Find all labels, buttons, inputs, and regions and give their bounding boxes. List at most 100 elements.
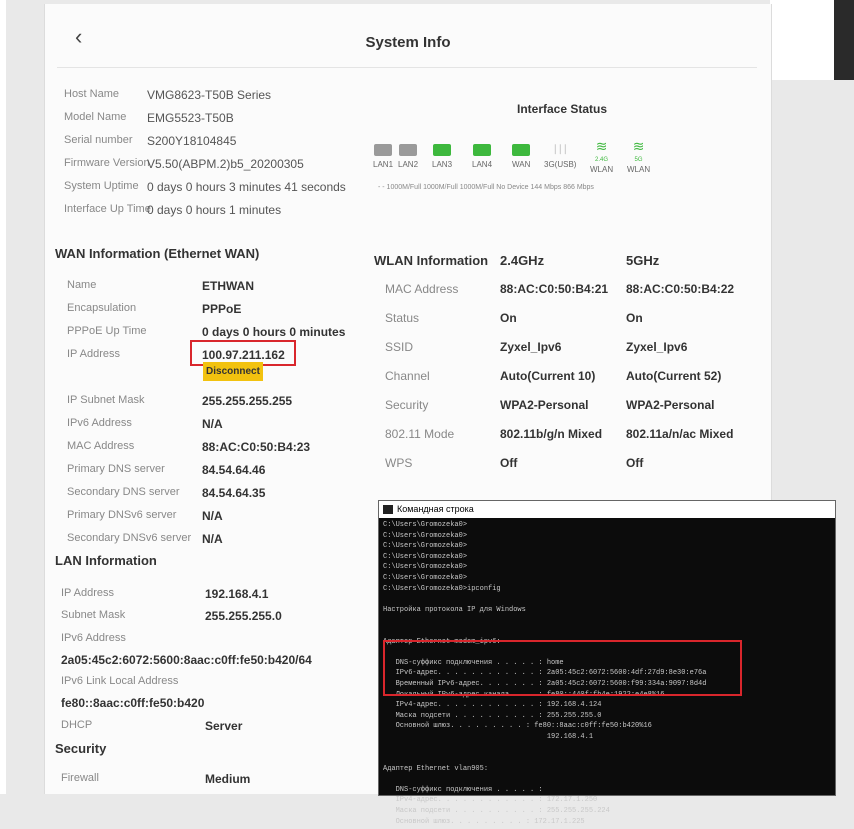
- ethernet-port-icon: [399, 144, 417, 156]
- security-section-title: Security: [55, 741, 107, 756]
- wlan-channel-24: Auto(Current 10): [500, 369, 596, 383]
- port-label: 3G(USB): [544, 160, 577, 169]
- divider: [57, 67, 757, 68]
- cmd-line: IPv4-адрес. . . . . . . . . . . . : 172.…: [383, 796, 598, 805]
- port-speeds: - - 1000M/Full 1000M/Full 1000M/Full No …: [378, 184, 594, 191]
- wifi-icon: ≋: [632, 138, 645, 154]
- cmd-line: [383, 774, 831, 785]
- wan-dns1-value: 84.54.64.46: [202, 463, 266, 477]
- interface-uptime-value: 0 days 0 hours 1 minutes: [147, 203, 282, 217]
- system-uptime-label: System Uptime: [64, 180, 139, 192]
- cmd-line: 192.168.4.1: [383, 732, 594, 741]
- wlan-ssid-5: Zyxel_Ipv6: [626, 340, 688, 354]
- wlan-channel-5: Auto(Current 52): [626, 369, 722, 383]
- wan-dns2-value: 84.54.64.35: [202, 486, 266, 500]
- wan-uptime-label: PPPoE Up Time: [67, 325, 147, 337]
- lan-mask-label: Subnet Mask: [61, 609, 126, 621]
- cmd-line: Адаптер Ethernet vlan905:: [383, 764, 489, 773]
- wan-encap-label: Encapsulation: [67, 302, 137, 314]
- wan-dnsv6-2-label: Secondary DNSv6 server: [67, 532, 192, 544]
- wan-dnsv6-2-value: N/A: [202, 532, 223, 546]
- disconnect-button[interactable]: Disconnect: [203, 362, 263, 381]
- cmd-line: C:\Users\Gromozeka0>: [383, 521, 468, 529]
- wlan-ssid-24: Zyxel_Ipv6: [500, 340, 562, 354]
- wlan-security-label: Security: [385, 398, 429, 412]
- wlan-wps-5: Off: [626, 456, 644, 470]
- wlan-ssid-label: SSID: [385, 340, 414, 354]
- signal-bars-icon: ∣∣∣: [552, 144, 568, 155]
- cmd-line: C:\Users\Gromozeka0>: [383, 563, 468, 572]
- firmware-label: Firmware Version: [64, 157, 150, 169]
- port-wlan-5: ≋ 5G WLAN: [627, 139, 650, 174]
- serial-value: S200Y18104845: [147, 134, 237, 148]
- port-label: WLAN: [590, 165, 614, 174]
- lan-ipv6-value: 2a05:45c2:6072:5600:8aac:c0ff:fe50:b420/…: [61, 653, 312, 667]
- highlight-box: [383, 640, 742, 696]
- host-name-value: VMG8623-T50B Series: [147, 88, 272, 102]
- cmd-title-text: Командная строка: [397, 504, 474, 514]
- cmd-line: [383, 615, 831, 626]
- wlan-mode-label: 802.11 Mode: [385, 427, 455, 441]
- command-prompt-window[interactable]: Командная строка C:\Users\Gromozeka0> C:\…: [378, 500, 836, 826]
- wan-dns2-label: Secondary DNS server: [67, 486, 180, 498]
- wan-ip-label: IP Address: [67, 348, 120, 360]
- wifi-icon: ≋: [595, 138, 608, 154]
- port-label: LAN1: [373, 160, 394, 169]
- host-name-label: Host Name: [64, 88, 120, 100]
- wlan-mac-5: 88:AC:C0:50:B4:22: [626, 282, 735, 296]
- port-lan1: LAN1: [373, 144, 393, 169]
- cmd-titlebar[interactable]: Командная строка: [379, 501, 835, 518]
- firmware-value: V5.50(ABPM.2)b5_20200305: [147, 157, 304, 171]
- system-uptime-value: 0 days 0 hours 3 minutes 41 seconds: [147, 180, 346, 194]
- port-label: LAN4: [472, 160, 493, 169]
- cmd-line: C:\Users\Gromozeka0>ipconfig: [383, 584, 501, 593]
- wlan-status-5: On: [626, 311, 643, 325]
- lan-ip-value: 192.168.4.1: [205, 587, 269, 601]
- cmd-line: C:\Users\Gromozeka0>: [383, 573, 468, 582]
- wan-name-value: ETHWAN: [202, 279, 254, 293]
- ethernet-port-icon: [512, 144, 531, 156]
- wlan-security-24: WPA2-Personal: [500, 398, 589, 412]
- wan-dnsv6-1-label: Primary DNSv6 server: [67, 509, 177, 521]
- lan-mask-value: 255.255.255.0: [205, 609, 282, 623]
- band-label: 5G: [634, 157, 643, 163]
- model-name-value: EMG5523-T50B: [147, 111, 234, 125]
- terminal-icon: [383, 505, 393, 514]
- background-edge: [770, 0, 834, 80]
- wlan-wps-label: WPS: [385, 456, 413, 470]
- cmd-line: Настройка протокола IP для Windows: [383, 605, 526, 614]
- lan-ll-label: IPv6 Link Local Address: [61, 675, 179, 687]
- wlan-5-header: 5GHz: [626, 253, 660, 268]
- firewall-value: Medium: [205, 772, 251, 786]
- lan-ipv6-label: IPv6 Address: [61, 632, 126, 644]
- wlan-24-header: 2.4GHz: [500, 253, 545, 268]
- cmd-line: C:\Users\Gromozeka0>: [383, 552, 468, 561]
- wlan-mac-label: MAC Address: [385, 282, 459, 296]
- wlan-wps-24: Off: [500, 456, 518, 470]
- wlan-mac-24: 88:AC:C0:50:B4:21: [500, 282, 609, 296]
- cmd-line: [383, 594, 831, 605]
- wlan-channel-label: Channel: [385, 369, 430, 383]
- model-name-label: Model Name: [64, 111, 127, 123]
- port-wan: WAN: [512, 144, 530, 169]
- port-wlan-24: ≋ 2.4G WLAN: [590, 139, 613, 174]
- cmd-line: C:\Users\Gromozeka0>: [383, 542, 468, 551]
- ethernet-port-icon: [433, 144, 451, 156]
- wan-name-label: Name: [67, 279, 97, 291]
- wan-mask-label: IP Subnet Mask: [67, 394, 145, 406]
- firewall-label: Firewall: [61, 772, 99, 784]
- ethernet-port-icon: [374, 144, 392, 156]
- lan-ip-label: IP Address: [61, 587, 114, 599]
- port-lan2: LAN2: [398, 144, 418, 169]
- lan-dhcp-label: DHCP: [61, 719, 93, 731]
- cmd-line: Маска подсети . . . . . . . . . . : 255.…: [383, 711, 602, 720]
- wan-encap-value: PPPoE: [202, 302, 242, 316]
- cmd-line: Маска подсети . . . . . . . . . . : 255.…: [383, 807, 610, 816]
- lan-ll-value: fe80::8aac:c0ff:fe50:b420: [61, 696, 205, 710]
- wan-ipv6-value: N/A: [202, 417, 223, 431]
- wan-dnsv6-1-value: N/A: [202, 509, 223, 523]
- wan-uptime-value: 0 days 0 hours 0 minutes: [202, 325, 346, 339]
- lan-dhcp-value: Server: [205, 719, 243, 733]
- cmd-line: Основной шлюз. . . . . . . . . : 172.17.…: [383, 817, 585, 826]
- wlan-security-5: WPA2-Personal: [626, 398, 715, 412]
